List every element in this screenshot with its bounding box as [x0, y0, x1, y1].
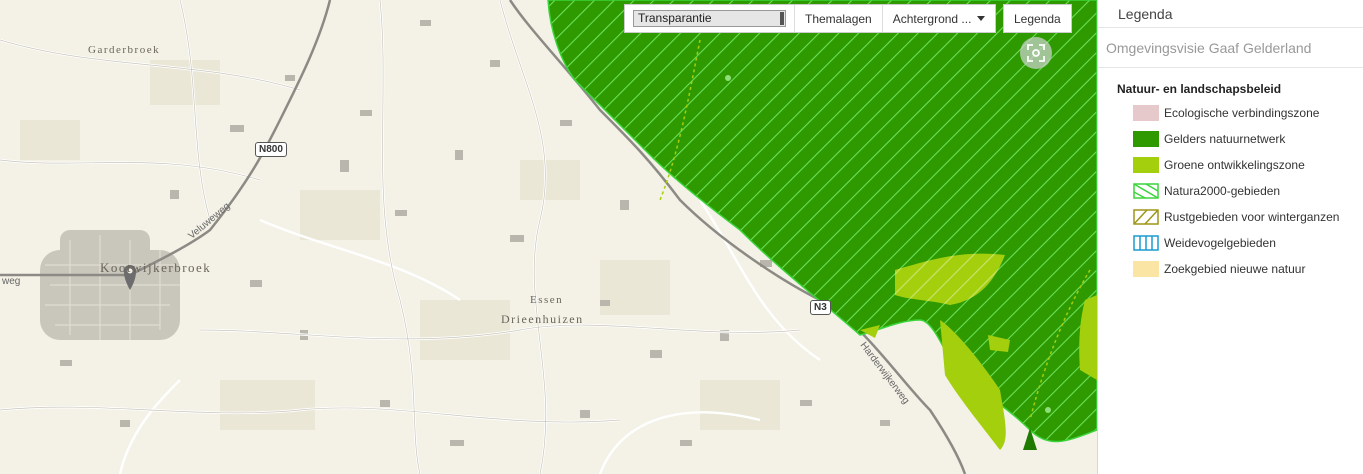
rustgebieden-hatched-swatch-icon [1133, 209, 1159, 225]
transparency-slider[interactable]: Transparantie [633, 10, 786, 27]
locate-icon [1027, 44, 1045, 62]
legend-item-zoekgebied-nieuwe-natuur: Zoekgebied nieuwe natuur [1133, 260, 1305, 278]
legend-item-label: Ecologische verbindingszone [1164, 106, 1320, 120]
legend-item-label: Natura2000-gebieden [1164, 184, 1281, 198]
legend-item-groene-ontwikkelingszone: Groene ontwikkelingszone [1133, 156, 1305, 174]
transparency-label: Transparantie [638, 11, 712, 25]
legenda-button[interactable]: Legenda [1003, 4, 1072, 33]
legend-item-rustgebieden-winterganzen: Rustgebieden voor winterganzen [1133, 208, 1339, 226]
road-label-weg: weg [2, 276, 21, 287]
weidevogelgebieden-stripe-swatch-icon [1133, 235, 1159, 251]
legenda-label: Legenda [1014, 11, 1061, 26]
transparency-control[interactable]: Transparantie [625, 5, 795, 32]
legend-item-label: Groene ontwikkelingszone [1164, 158, 1305, 172]
ecologische-verbindingszone-swatch-icon [1133, 105, 1159, 121]
road-shield-n800: N800 [255, 142, 287, 157]
gelders-natuurnetwerk-swatch-icon [1133, 131, 1159, 147]
road-shield-n3: N3 [810, 300, 831, 315]
legend-panel-title: Legenda [1098, 0, 1363, 28]
place-label-garderbroek: Garderbroek [88, 44, 161, 56]
legend-group-title: Natuur- en landschapsbeleid [1117, 82, 1282, 96]
place-label-drieenhuizen: Drieenhuizen [501, 312, 584, 326]
locate-button[interactable] [1020, 37, 1052, 69]
caret-down-icon [977, 16, 986, 21]
themalagen-label: Themalagen [805, 11, 872, 26]
legend-item-label: Zoekgebied nieuwe natuur [1164, 262, 1306, 276]
legend-item-ecologische-verbindingszone: Ecologische verbindingszone [1133, 104, 1319, 122]
legend-item-label: Gelders natuurnetwerk [1164, 132, 1286, 146]
legend-item-label: Weidevogelgebieden [1164, 236, 1276, 250]
legend-item-natura2000-gebieden: Natura2000-gebieden [1133, 182, 1280, 200]
natura2000-hatched-swatch-icon [1133, 183, 1159, 199]
achtergrond-label: Achtergrond ... [892, 11, 972, 26]
map-toolbar: Transparantie Themalagen Achtergrond ... [624, 4, 997, 33]
groene-ontwikkelingszone-swatch-icon [1133, 157, 1159, 173]
map-canvas [0, 0, 1097, 474]
legend-item-weidevogelgebieden: Weidevogelgebieden [1133, 234, 1276, 252]
zoekgebied-swatch-icon [1133, 261, 1159, 277]
place-label-essen: Essen [530, 294, 564, 306]
legend-panel-subtitle[interactable]: Omgevingsvisie Gaaf Gelderland [1098, 28, 1363, 68]
themalagen-button[interactable]: Themalagen [795, 5, 883, 32]
slider-handle[interactable] [780, 12, 784, 25]
legend-item-gelders-natuurnetwerk: Gelders natuurnetwerk [1133, 130, 1285, 148]
map-viewport[interactable]: Garderbroek Kootwijkerbroek Essen Drieen… [0, 0, 1097, 474]
place-label-kootwijkerbroek: Kootwijkerbroek [100, 260, 212, 275]
achtergrond-dropdown[interactable]: Achtergrond ... [883, 5, 996, 32]
legend-item-label: Rustgebieden voor winterganzen [1164, 210, 1340, 224]
legend-panel: Legenda Omgevingsvisie Gaaf Gelderland N… [1097, 0, 1363, 474]
